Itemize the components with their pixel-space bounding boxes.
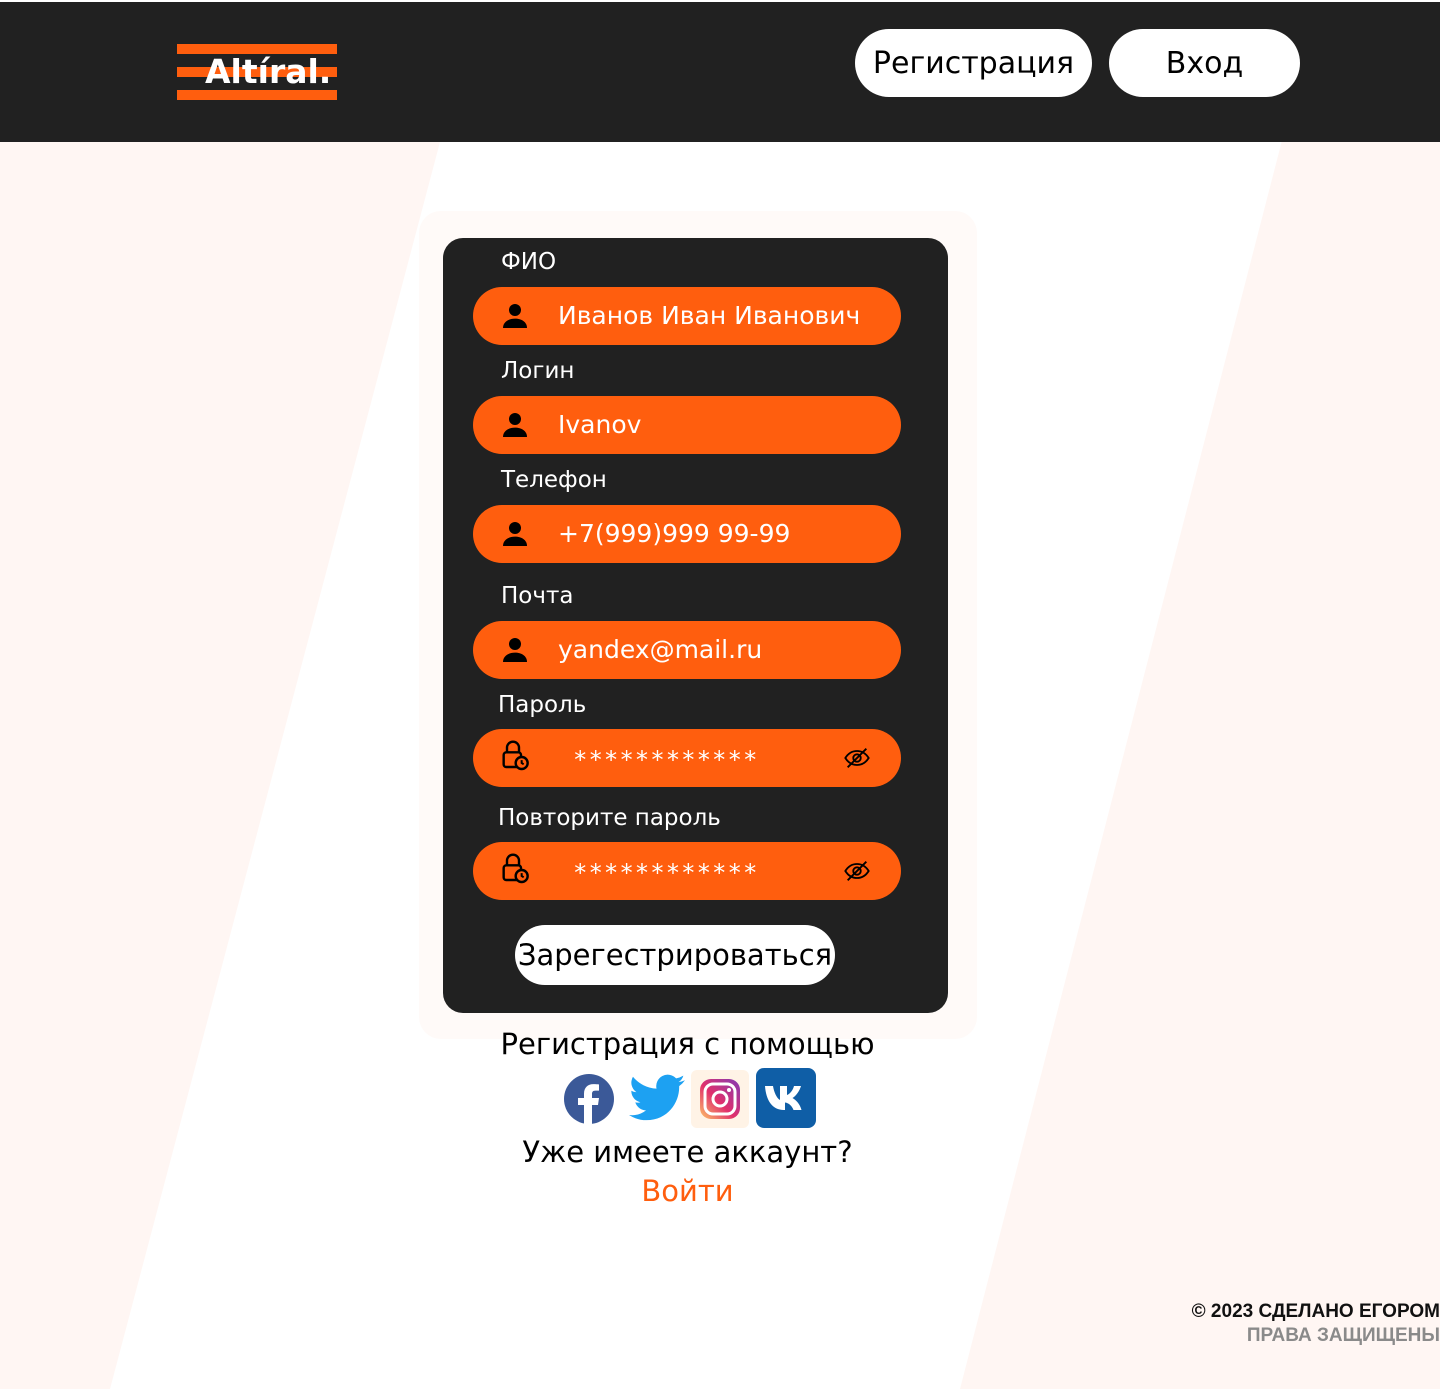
social-register-heading: Регистрация с помощью bbox=[500, 1027, 875, 1061]
email-value: yandex@mail.ru bbox=[558, 635, 763, 664]
vk-icon[interactable] bbox=[756, 1068, 816, 1128]
footer-rights: ПРАВА ЗАЩИЩЕНЫ bbox=[1246, 1325, 1440, 1346]
instagram-icon[interactable] bbox=[691, 1070, 749, 1128]
repeat-password-label: Повторите пароль bbox=[498, 805, 721, 831]
eye-off-icon[interactable] bbox=[841, 857, 873, 885]
facebook-icon[interactable] bbox=[563, 1073, 615, 1125]
user-icon bbox=[503, 522, 527, 546]
fio-field[interactable]: Иванов Иван Иванович bbox=[473, 287, 901, 345]
password-field[interactable]: ************ bbox=[473, 729, 901, 787]
email-label: Почта bbox=[501, 583, 574, 609]
eye-off-icon[interactable] bbox=[841, 744, 873, 772]
repeat-password-field[interactable]: ************ bbox=[473, 842, 901, 900]
signin-link[interactable]: Войти bbox=[400, 1173, 975, 1209]
footer-copyright: © 2023 СДЕЛАНО ЕГОРОМ bbox=[1191, 1301, 1440, 1322]
password-label: Пароль bbox=[498, 692, 587, 718]
lock-icon bbox=[502, 853, 529, 884]
fio-label: ФИО bbox=[501, 249, 557, 275]
background-stripe-right bbox=[960, 142, 1440, 1389]
user-icon bbox=[503, 638, 527, 662]
user-icon bbox=[503, 304, 527, 328]
phone-value: +7(999)999 99-99 bbox=[558, 519, 791, 548]
logo-text: Altíral. bbox=[205, 52, 332, 91]
twitter-icon[interactable] bbox=[629, 1074, 685, 1122]
phone-field[interactable]: +7(999)999 99-99 bbox=[473, 505, 901, 563]
login-button[interactable]: Вход bbox=[1109, 29, 1300, 97]
repeat-password-value: ************ bbox=[573, 859, 759, 887]
phone-label: Телефон bbox=[501, 467, 607, 493]
have-account-text: Уже имеете аккаунт? bbox=[522, 1135, 853, 1169]
submit-register-button[interactable]: Зарегестрироваться bbox=[515, 925, 835, 985]
password-value: ************ bbox=[573, 746, 759, 774]
fio-value: Иванов Иван Иванович bbox=[558, 301, 861, 330]
header: Altíral. Регистрация Вход bbox=[0, 2, 1440, 142]
login-value: Ivanov bbox=[558, 410, 642, 439]
login-label: Логин bbox=[501, 358, 575, 384]
background-stripe-left bbox=[0, 142, 440, 1389]
logo[interactable]: Altíral. bbox=[177, 44, 337, 102]
lock-icon bbox=[502, 740, 529, 771]
register-button[interactable]: Регистрация bbox=[855, 29, 1092, 97]
email-field[interactable]: yandex@mail.ru bbox=[473, 621, 901, 679]
login-field[interactable]: Ivanov bbox=[473, 396, 901, 454]
user-icon bbox=[503, 413, 527, 437]
